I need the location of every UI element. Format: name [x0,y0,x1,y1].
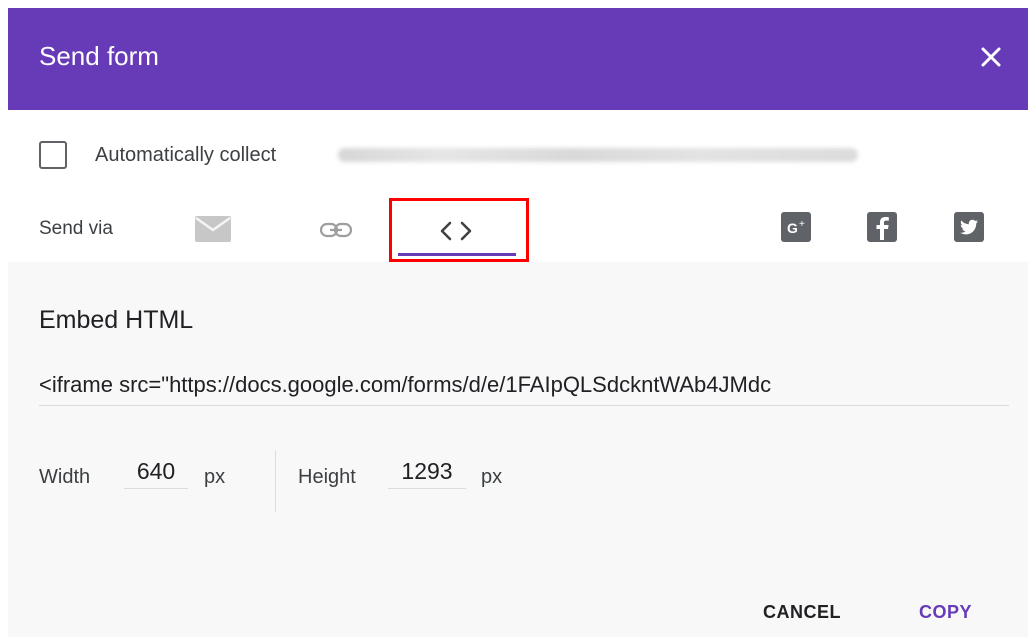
svg-text:+: + [799,219,805,230]
facebook-icon[interactable] [867,212,897,242]
send-via-label: Send via [39,218,113,239]
embed-panel: Embed HTML <iframe src="https://docs.goo… [8,262,1028,637]
twitter-icon[interactable] [954,212,984,242]
send-form-dialog: Send form Automatically collect Send via [8,8,1028,637]
dimension-divider [275,450,276,512]
embed-title: Embed HTML [39,306,194,334]
google-plus-icon[interactable]: G + [781,212,811,242]
link-icon[interactable] [319,220,353,245]
svg-text:G: G [787,220,798,236]
collect-email-label: Automatically collect [95,144,277,166]
active-tab-underline [398,253,516,256]
embed-code-icon[interactable] [438,220,474,247]
height-unit: px [481,466,503,488]
collect-email-checkbox[interactable] [39,141,67,169]
width-unit: px [204,466,226,488]
cancel-button[interactable]: CANCEL [763,602,841,623]
width-input[interactable] [124,454,188,489]
close-icon[interactable] [976,42,1006,72]
copy-button[interactable]: COPY [919,602,972,623]
width-label: Width [39,466,91,488]
height-label: Height [298,466,356,488]
email-icon[interactable] [195,216,231,247]
redacted-text [338,148,858,162]
collect-email-row: Automatically collect [8,110,1028,198]
dialog-title: Send form [39,41,159,71]
embed-code-field[interactable]: <iframe src="https://docs.google.com/for… [39,365,1009,406]
height-input[interactable] [388,454,466,489]
dialog-header: Send form [8,8,1028,110]
send-via-row: Send via G + [8,198,1028,262]
